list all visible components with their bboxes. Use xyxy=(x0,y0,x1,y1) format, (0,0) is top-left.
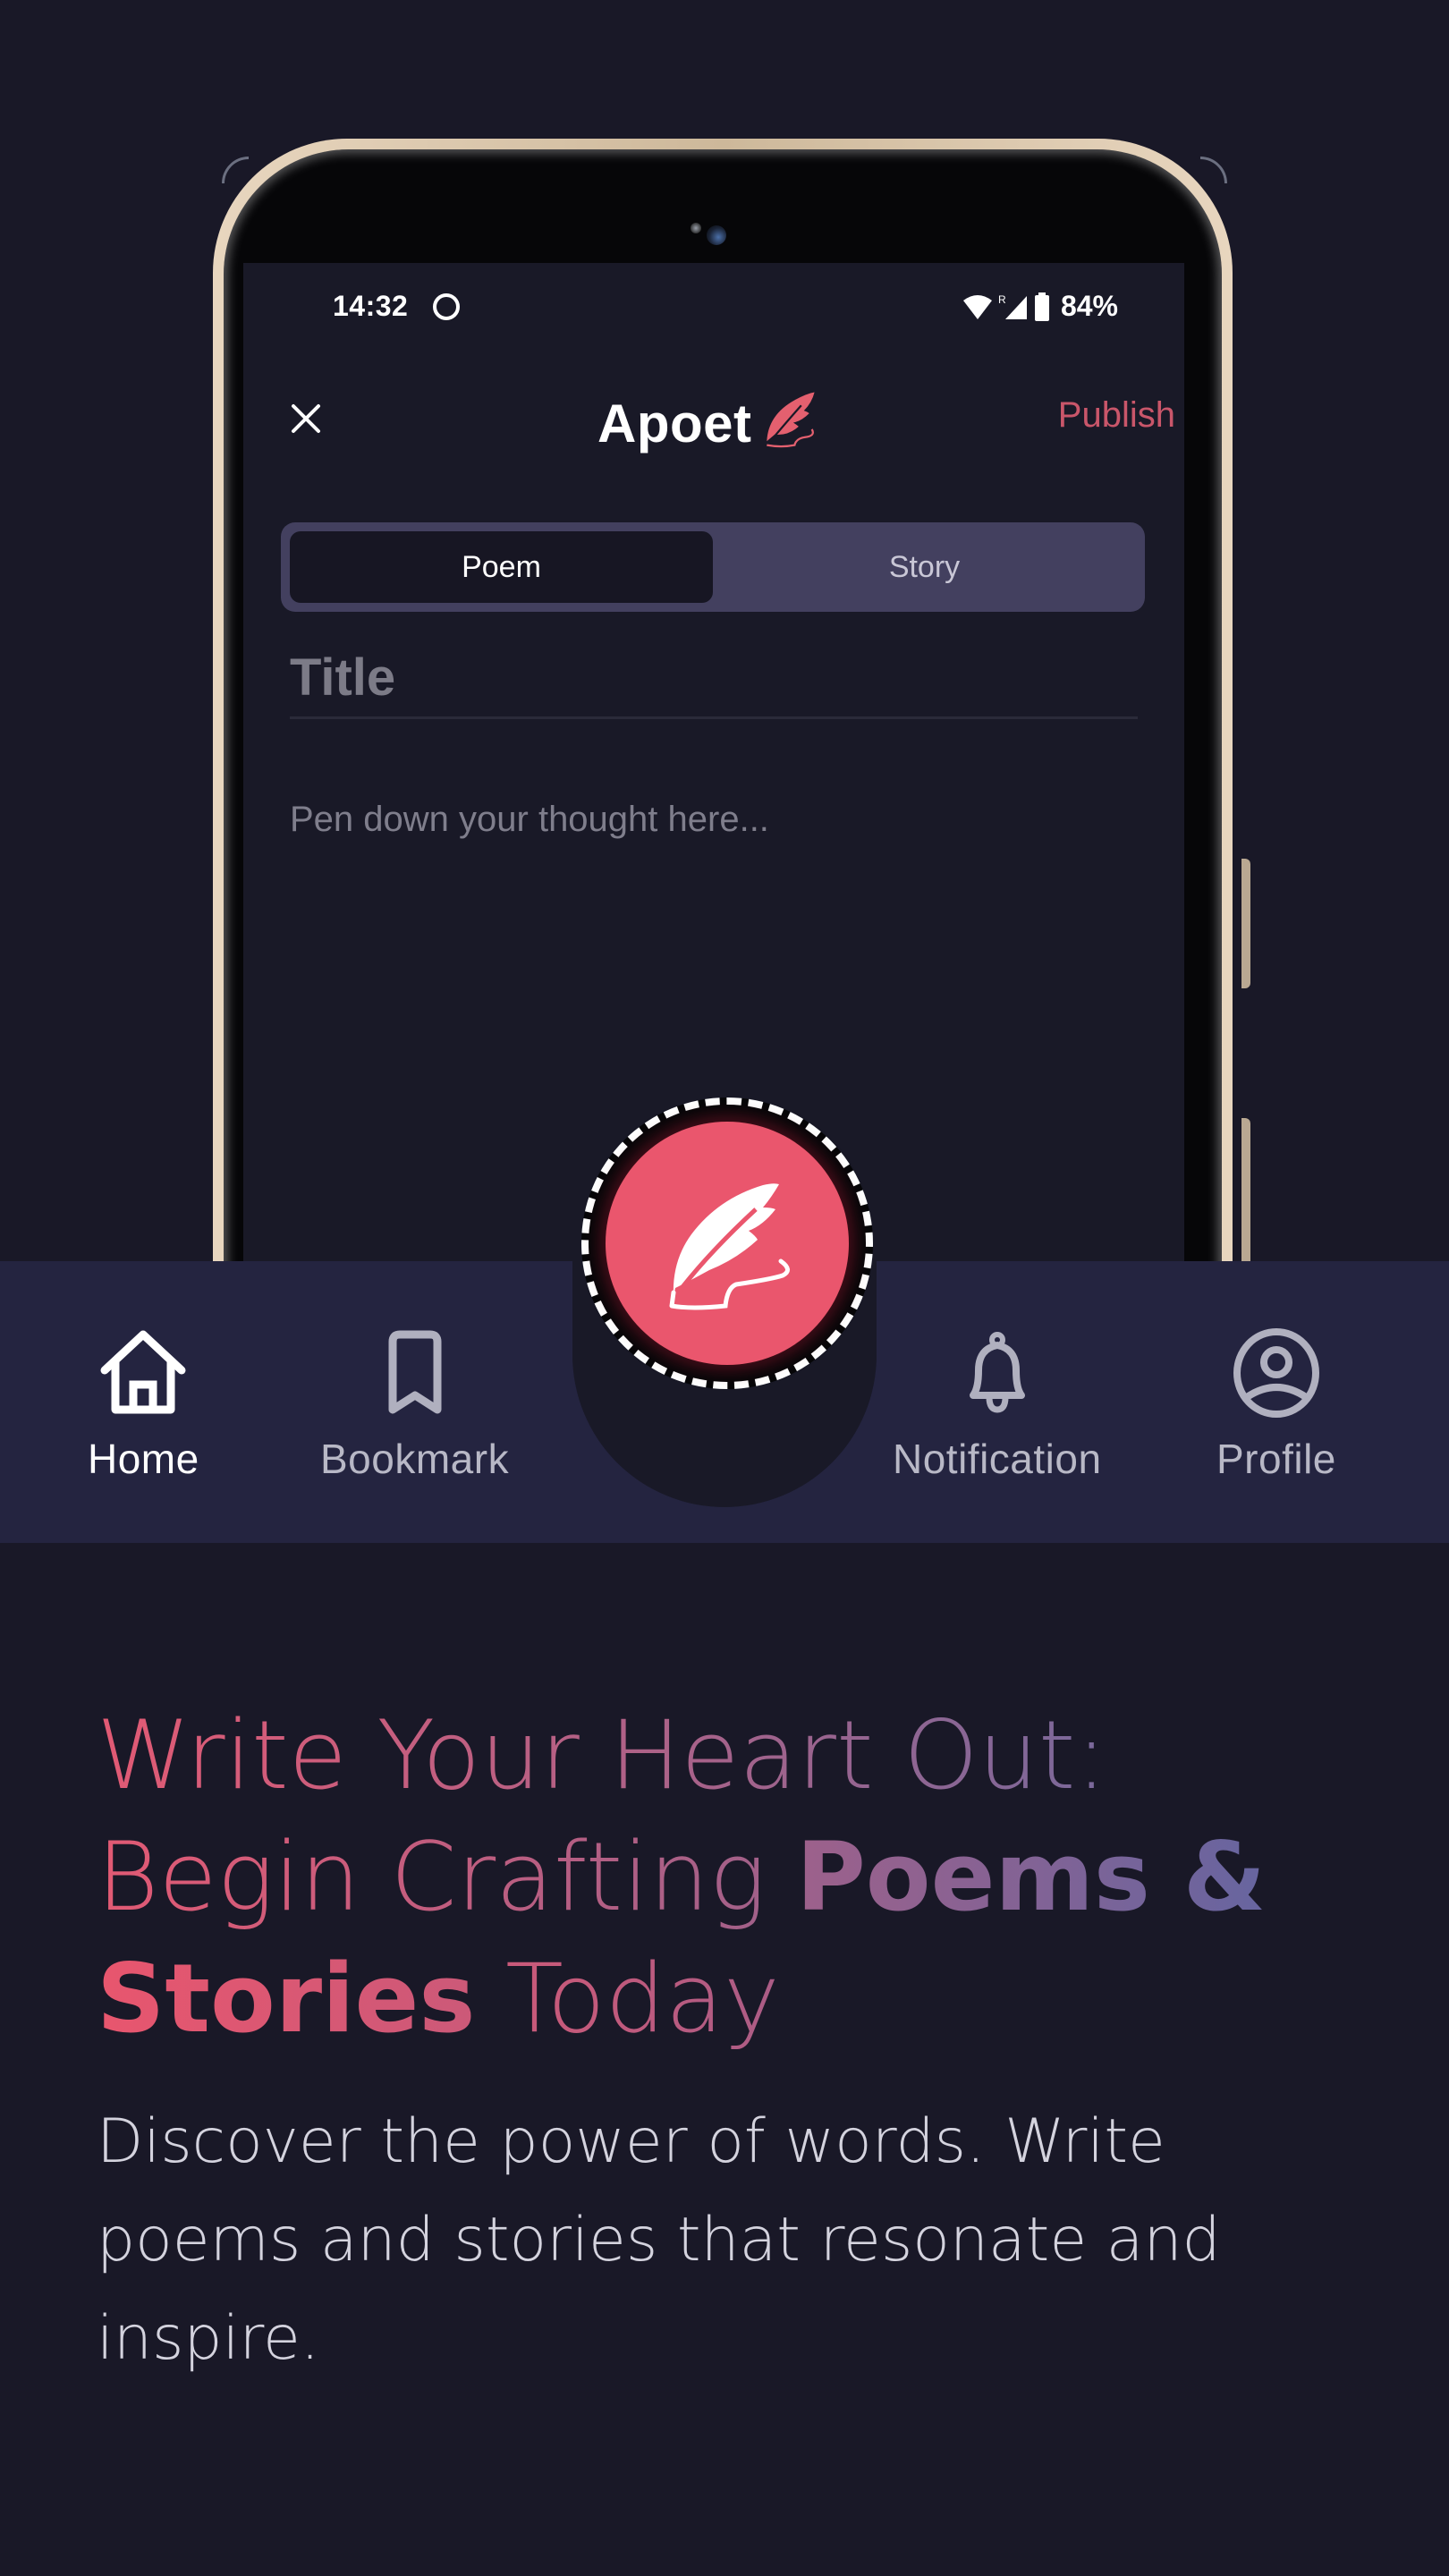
nav-label-profile: Profile xyxy=(1216,1436,1336,1482)
battery-percentage: 84% xyxy=(1060,290,1118,322)
headline-line3-light: Today xyxy=(475,1944,780,2054)
status-icons: R 84% xyxy=(962,290,1118,323)
headline-line3-bold: Stories xyxy=(97,1944,476,2054)
bookmark-icon xyxy=(388,1330,442,1414)
status-time: 14:32 xyxy=(333,290,409,322)
battery-icon xyxy=(1034,292,1049,321)
tab-poem[interactable]: Poem xyxy=(290,531,713,603)
sensor-icon xyxy=(691,223,701,233)
status-bar: 14:32 R 84% xyxy=(243,290,1184,335)
brand-logo: Apoet xyxy=(597,388,821,454)
close-icon[interactable] xyxy=(288,401,324,436)
brand-name: Apoet xyxy=(597,394,752,453)
nav-item-profile[interactable]: Profile xyxy=(1216,1324,1336,1483)
wifi-icon xyxy=(962,294,992,319)
headline-line1: Write Your Heart Out: xyxy=(97,1700,1108,1810)
headline-line2-bold: Poems & xyxy=(796,1822,1267,1932)
app-bar: Apoet Publish xyxy=(243,388,1184,460)
description: Discover the power of words. Write poems… xyxy=(97,2106,1221,2374)
content-type-toggle: Poem Story xyxy=(281,522,1145,612)
nav-item-home[interactable]: Home xyxy=(88,1324,199,1483)
nav-label-bookmark: Bookmark xyxy=(320,1436,510,1482)
nav-label-notification: Notification xyxy=(893,1436,1102,1482)
quill-logo-icon xyxy=(767,392,816,448)
nav-item-notification[interactable]: Notification xyxy=(893,1324,1102,1483)
volume-button xyxy=(1241,859,1250,988)
app-notification-icon xyxy=(433,293,460,320)
compose-fab[interactable] xyxy=(606,1122,849,1365)
headline-line2-light: Begin Crafting xyxy=(97,1822,797,1932)
svg-text:R: R xyxy=(998,293,1006,306)
signal-icon: R xyxy=(998,293,1027,319)
publish-button[interactable]: Publish xyxy=(1058,395,1175,436)
headline: Write Your Heart Out: Begin Crafting Poe… xyxy=(97,1695,1367,2060)
nav-label-home: Home xyxy=(88,1436,199,1482)
nav-item-bookmark[interactable]: Bookmark xyxy=(320,1324,509,1483)
title-input[interactable]: Title xyxy=(290,648,1138,719)
bell-icon xyxy=(969,1332,1025,1413)
power-button xyxy=(1241,1118,1250,1270)
body-input[interactable]: Pen down your thought here... xyxy=(290,800,1138,840)
quill-icon xyxy=(669,1183,790,1310)
home-icon xyxy=(100,1330,186,1414)
camera-icon xyxy=(707,225,726,245)
tab-story[interactable]: Story xyxy=(713,531,1136,603)
profile-icon xyxy=(1233,1328,1319,1418)
